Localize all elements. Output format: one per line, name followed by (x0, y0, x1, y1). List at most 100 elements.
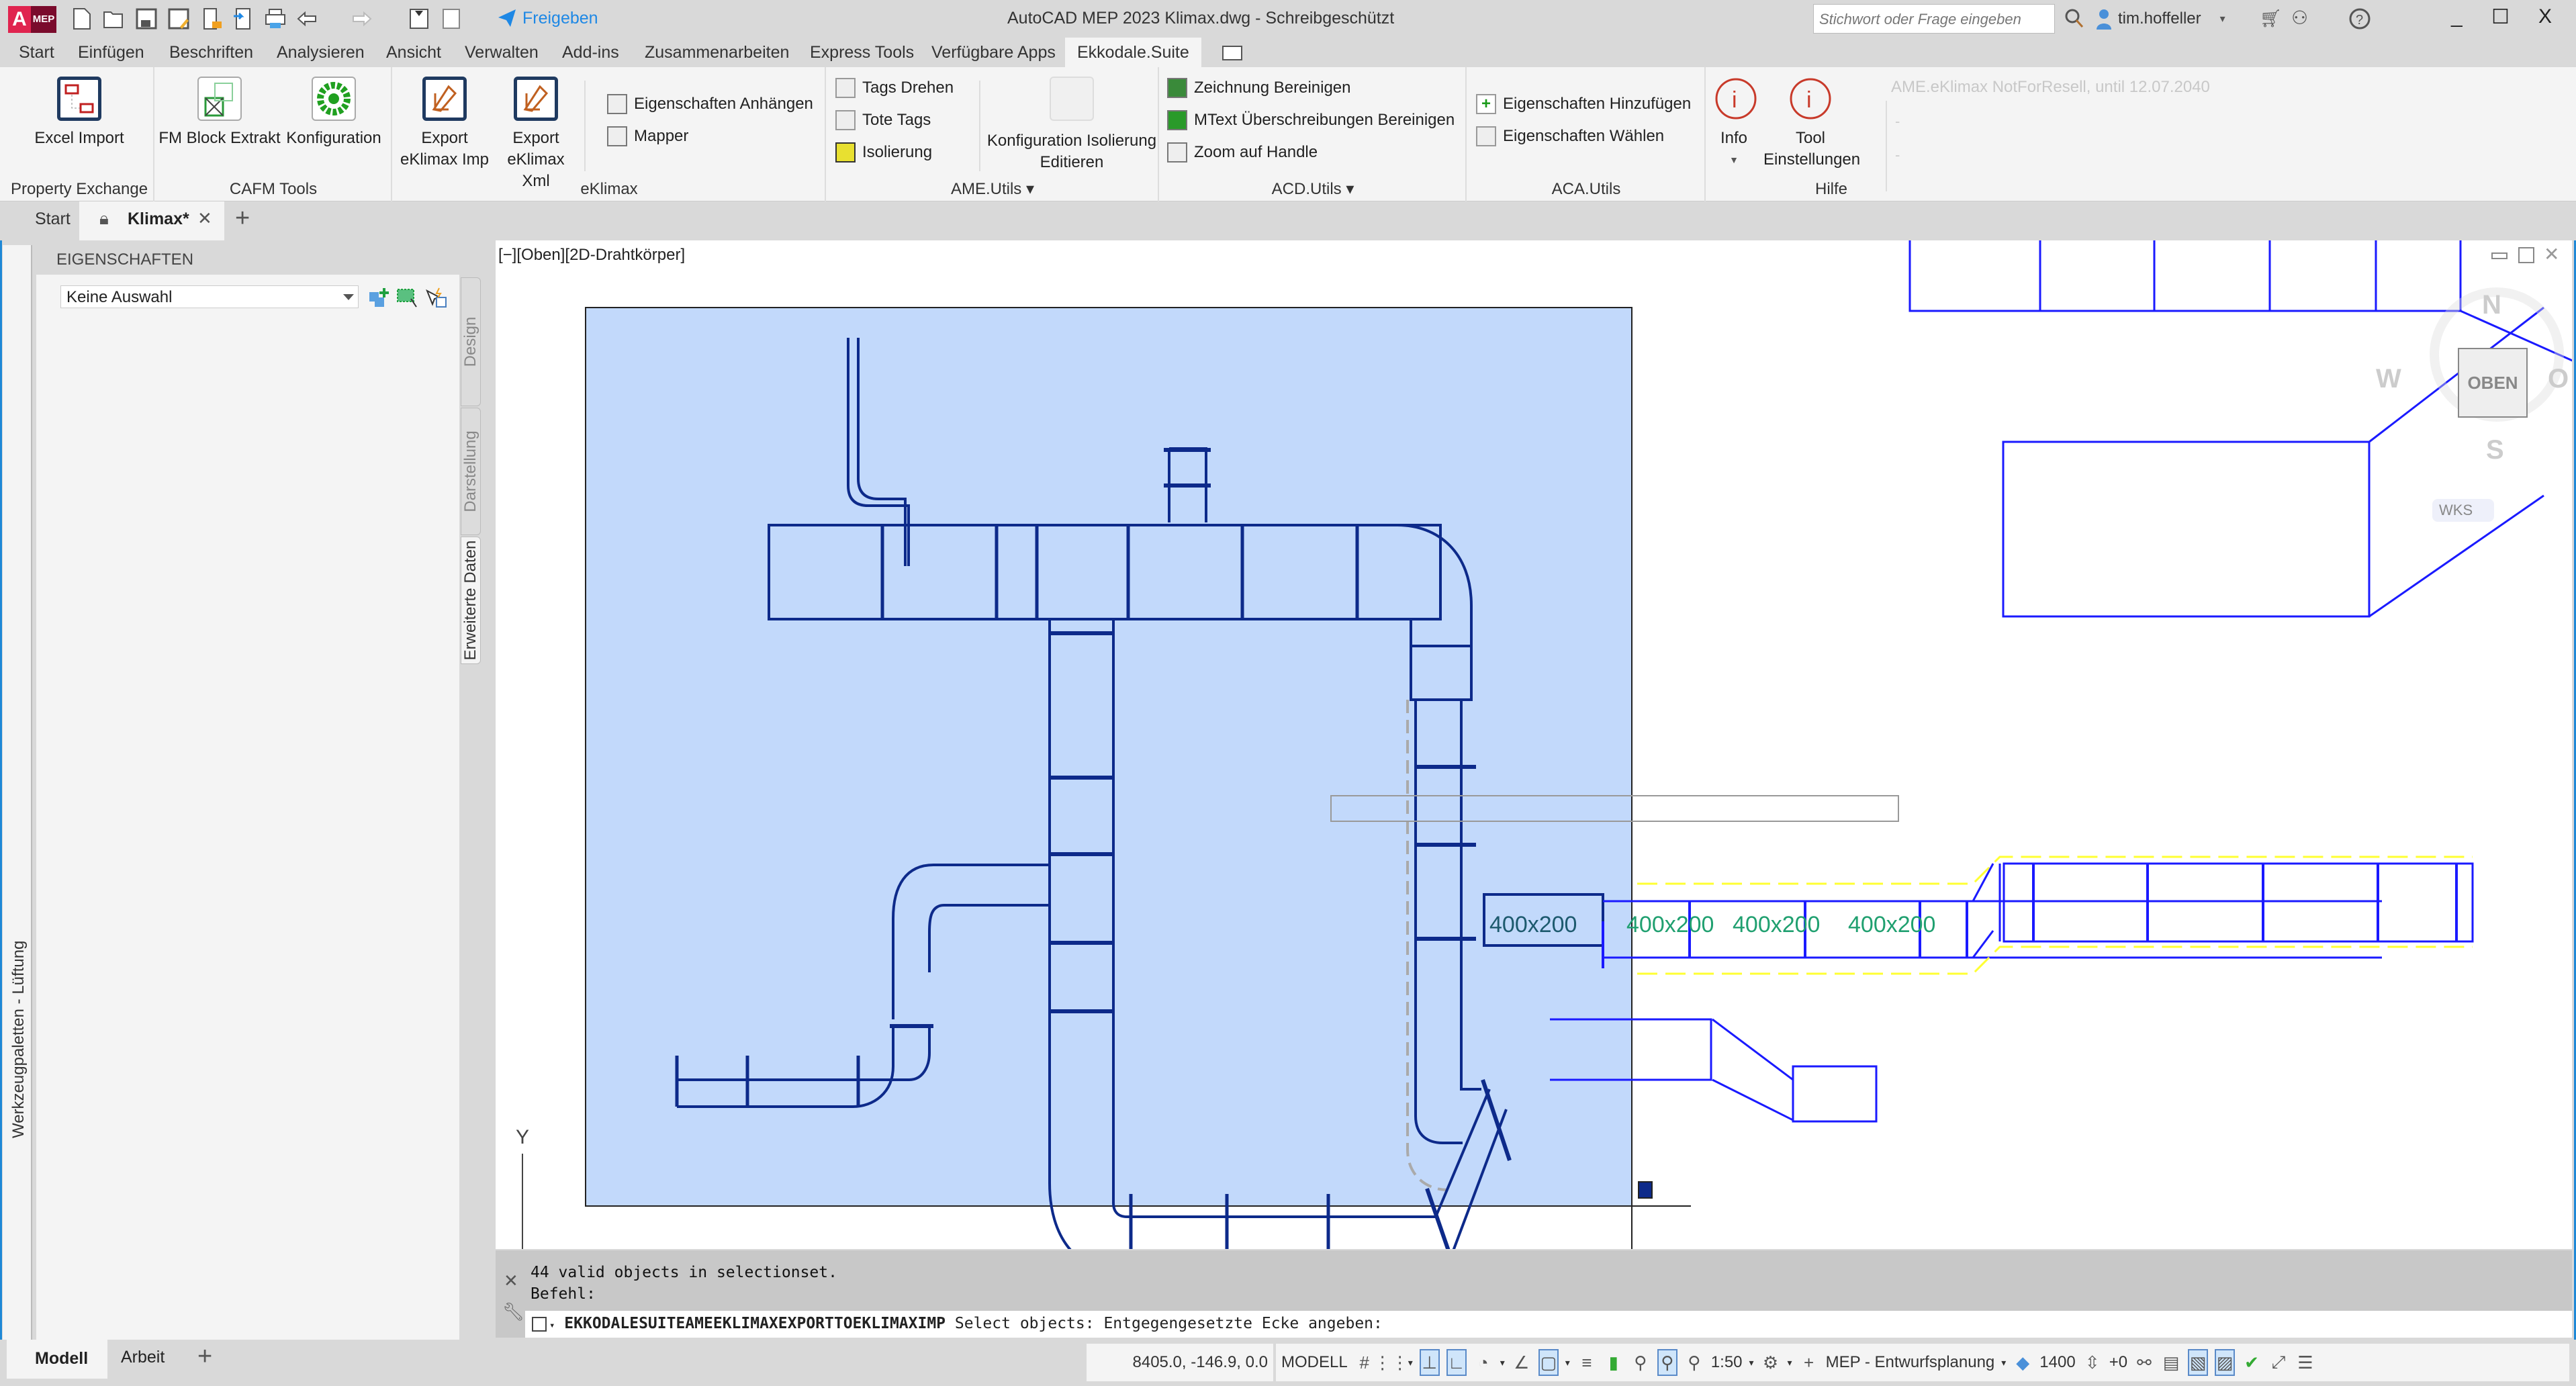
infer-constraints-icon[interactable]: ⊥ (1419, 1349, 1440, 1376)
help-icon[interactable]: ? (2349, 5, 2372, 34)
tab-verwalten[interactable]: Verwalten (465, 43, 539, 62)
annotation-monitor-icon[interactable]: + (1799, 1349, 1819, 1376)
lineweight-icon[interactable]: ≡ (1577, 1349, 1597, 1376)
help-search-input[interactable]: Stichwort oder Frage eingeben (1813, 4, 2055, 34)
open-from-web-icon[interactable] (199, 7, 223, 31)
new-layout-button[interactable]: + (197, 1342, 212, 1371)
tab-express-tools[interactable]: Express Tools (810, 43, 914, 62)
viewport-minimize-icon[interactable] (2491, 252, 2508, 259)
app-menu-button[interactable]: A MEP (8, 6, 56, 33)
layout-tab-modell[interactable]: Modell (7, 1340, 107, 1379)
share-button[interactable]: Freigeben (497, 8, 598, 28)
tab-beschriften[interactable]: Beschriften (169, 43, 253, 62)
isolate-objects-icon[interactable]: ⚯ (2134, 1349, 2154, 1376)
export-eklimax-imp-button[interactable]: Export eKlimax Imp (398, 77, 492, 171)
close-tab-icon[interactable]: ✕ (197, 208, 212, 229)
a360-icon[interactable]: ⚇ (2291, 7, 2308, 29)
konfiguration-isolierung-button[interactable]: Konfiguration Isolierung Editieren (984, 77, 1159, 173)
close-command-line-icon[interactable]: ✕ (504, 1270, 518, 1291)
minimize-button[interactable]: _ (2451, 5, 2463, 28)
quick-select-icon[interactable] (424, 287, 447, 313)
snap-icon[interactable]: ⋮⋮ (1374, 1349, 1409, 1376)
annotation-autoscale-icon[interactable]: ⚲ (1657, 1349, 1677, 1376)
tote-tags-button[interactable]: Tote Tags (835, 110, 931, 130)
polar-tracking-icon[interactable]: ◔ (1473, 1349, 1493, 1376)
open-file-icon[interactable] (102, 7, 126, 31)
cart-icon[interactable]: 🛒︎ (2260, 8, 2282, 29)
coordinates-readout[interactable]: 8405.0, -146.9, 0.0 (1087, 1344, 1273, 1381)
tab-analysieren[interactable]: Analysieren (277, 43, 365, 62)
tab-einfuegen[interactable]: Einfügen (78, 43, 144, 62)
viewport-close-icon[interactable]: ✕ (2544, 243, 2559, 265)
tool-einstellungen-button[interactable]: i Tool Einstellungen (1763, 77, 1860, 171)
side-tab-darstellung[interactable]: Darstellung (461, 408, 481, 535)
isodraft-icon[interactable]: ∠ (1512, 1349, 1532, 1376)
ucs-menu[interactable]: WKS (2432, 499, 2494, 522)
ribbon-minimize-toggle[interactable] (1222, 46, 1242, 60)
tab-ansicht[interactable]: Ansicht (386, 43, 441, 62)
object-snap-icon[interactable]: ▢ (1538, 1349, 1559, 1376)
select-objects-icon[interactable] (396, 287, 419, 313)
display-config-icon[interactable]: ▨ (2215, 1349, 2236, 1376)
search-icon[interactable] (2064, 8, 2084, 33)
tags-drehen-button[interactable]: Tags Drehen (835, 78, 954, 98)
elevation-icon[interactable]: ◆ (2013, 1349, 2033, 1376)
save-icon[interactable] (134, 7, 158, 31)
export-eklimax-xml-button[interactable]: Export eKlimax Xml (493, 77, 579, 192)
customize-icon[interactable]: 🔧︎ (502, 1301, 524, 1322)
viewcube-north[interactable]: N (2482, 290, 2501, 320)
tab-start[interactable]: Start (19, 43, 54, 62)
viewcube-east[interactable]: O (2548, 364, 2569, 394)
new-file-icon[interactable] (70, 7, 94, 31)
side-tab-erweiterte-daten[interactable]: Erweiterte Daten (461, 537, 481, 664)
zeichnung-bereinigen-button[interactable]: Zeichnung Bereinigen (1167, 78, 1351, 98)
fullscreen-icon[interactable]: ⤢ (2268, 1349, 2289, 1376)
save-as-icon[interactable] (167, 7, 191, 31)
ortho-icon[interactable]: ∟ (1446, 1349, 1467, 1376)
cad-standards-icon[interactable]: ✔ (2242, 1349, 2262, 1376)
command-input[interactable]: ▾ EKKODALESUITEAMEEKLIMAXEXPORTTOEKLIMAX… (525, 1311, 2572, 1338)
panel-title-dropdown[interactable]: ACD.Utils ▾ (1160, 179, 1465, 199)
workspace-gear-icon[interactable]: ⚙ (1761, 1349, 1781, 1376)
save-to-web-icon[interactable] (231, 7, 255, 31)
doc-tab-klimax[interactable]: 🔒︎ Klimax* ✕ (79, 201, 224, 240)
toggle-pickadd-icon[interactable] (368, 287, 391, 313)
drawing-area[interactable]: [−][Oben][2D-Drahtkörper] 400x200 400x20… (496, 240, 2572, 1249)
panel-title-dropdown[interactable]: AME.Utils ▾ (827, 179, 1158, 199)
plot-icon[interactable] (263, 7, 287, 31)
fm-block-extrakt-button[interactable]: FM Block Extrakt (157, 77, 282, 149)
user-account-menu[interactable]: tim.hoffeller ▾ (2095, 8, 2225, 30)
close-button[interactable]: X (2538, 5, 2552, 28)
konfiguration-button[interactable]: Konfiguration (283, 77, 384, 149)
viewcube-top-face[interactable]: OBEN (2458, 348, 2528, 418)
eigenschaften-waehlen-button[interactable]: Eigenschaften Wählen (1476, 126, 1664, 146)
transparency-icon[interactable]: ▮ (1604, 1349, 1624, 1376)
sheet-set-icon[interactable] (407, 7, 431, 31)
clean-screen-toggle-icon[interactable]: ▧ (2188, 1349, 2209, 1376)
viewcube-south[interactable]: S (2486, 435, 2504, 465)
tab-zusammenarbeiten[interactable]: Zusammenarbeiten (645, 43, 789, 62)
undo-icon[interactable] (295, 7, 320, 31)
eigenschaften-hinzufuegen-button[interactable]: + Eigenschaften Hinzufügen (1476, 94, 1691, 114)
excel-import-button[interactable]: Excel Import (26, 77, 133, 149)
workspace-dropdown[interactable]: MEP - Entwurfsplanung (1826, 1353, 1995, 1372)
side-tab-design[interactable]: Design (461, 277, 481, 406)
tab-addins[interactable]: Add-ins (562, 43, 619, 62)
tab-verfuegbare-apps[interactable]: Verfügbare Apps (931, 43, 1056, 62)
annotation-scale-value[interactable]: 1:50 (1711, 1353, 1743, 1372)
redo-icon[interactable] (349, 7, 373, 31)
annotation-scale-icon[interactable]: ⚲ (1684, 1349, 1704, 1376)
mapper-button[interactable]: Mapper (607, 126, 688, 146)
elevation-offset-icon[interactable]: ⇳ (2082, 1349, 2103, 1376)
viewcube-west[interactable]: W (2376, 364, 2401, 394)
eigenschaften-anhaengen-button[interactable]: Eigenschaften Anhängen (607, 94, 813, 114)
elevation-offset-value[interactable]: +0 (2109, 1353, 2127, 1372)
customization-menu-icon[interactable]: ☰ (2295, 1349, 2315, 1376)
mtext-bereinigen-button[interactable]: MText Überschreibungen Bereinigen (1167, 110, 1455, 130)
model-space-toggle[interactable]: MODELL (1281, 1353, 1348, 1372)
layout-tab-arbeit[interactable]: Arbeit (121, 1348, 165, 1367)
isolierung-button[interactable]: Isolierung (835, 142, 932, 163)
maximize-button[interactable]: ☐ (2491, 5, 2510, 29)
hardware-acceleration-icon[interactable]: ▤ (2161, 1349, 2181, 1376)
viewport-restore-icon[interactable] (2518, 247, 2534, 263)
